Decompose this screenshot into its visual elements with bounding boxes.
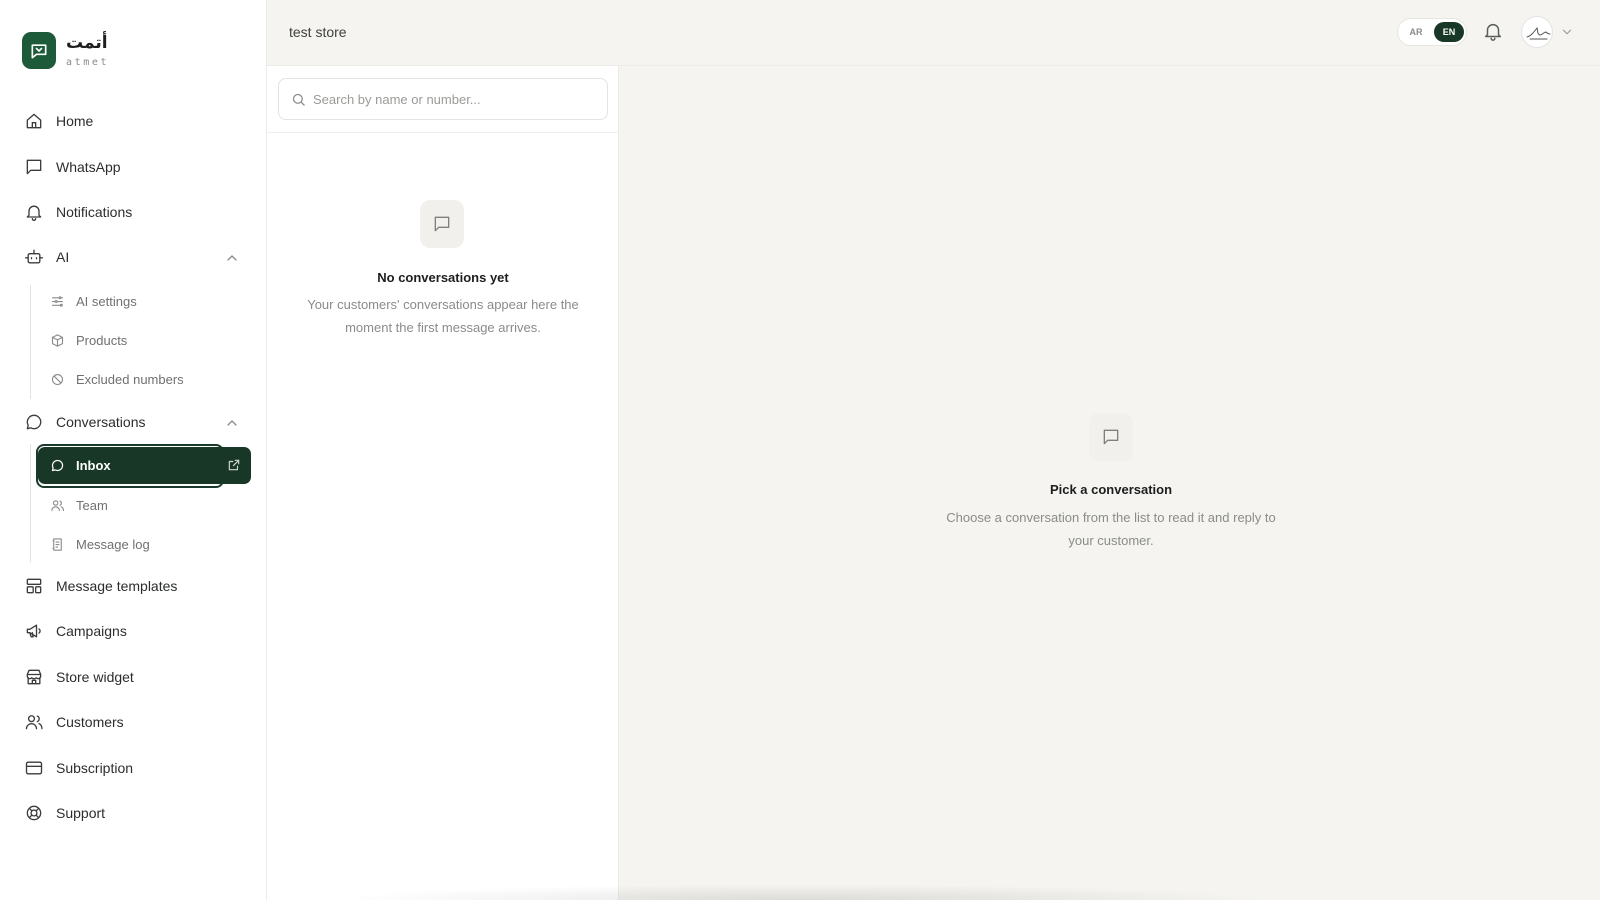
block-icon	[51, 373, 64, 385]
brand-name-arabic: أتمت	[66, 33, 108, 52]
template-icon	[26, 578, 42, 594]
top-bar: test store AR EN	[267, 0, 1600, 66]
sidebar-subitem-message-log[interactable]: Message log	[50, 532, 150, 556]
users-icon	[25, 715, 43, 730]
sidebar-subitem-label: Products	[76, 332, 128, 348]
sidebar-subitem-label: Team	[76, 497, 108, 513]
sidebar-subitem-products[interactable]: Products	[50, 328, 127, 352]
sidebar-item-support[interactable]: Support	[24, 800, 105, 826]
chevron-up-icon[interactable]	[224, 415, 240, 431]
external-link-icon[interactable]	[227, 458, 241, 472]
sidebar-subitem-inbox[interactable]: Inbox	[38, 447, 251, 484]
detail-empty-title: Pick a conversation	[1049, 482, 1173, 497]
megaphone-icon	[26, 624, 41, 638]
chevron-down-icon[interactable]	[1560, 25, 1574, 39]
bell-icon[interactable]	[1482, 20, 1504, 42]
chevron-up-icon[interactable]	[224, 250, 240, 266]
divider	[267, 132, 619, 133]
avatar-signature-icon	[1526, 26, 1551, 40]
sidebar-item-label: Notifications	[56, 204, 133, 220]
conversation-list-pane: No conversations yet Your customers' con…	[267, 66, 619, 900]
bell-icon	[26, 205, 42, 221]
sidebar-item-store-widget[interactable]: Store widget	[24, 664, 134, 690]
avatar[interactable]	[1521, 16, 1553, 48]
sidebar-item-label: Campaigns	[56, 623, 127, 639]
sidebar-item-home[interactable]: Home	[24, 108, 93, 134]
sidebar-item-label: Conversations	[56, 414, 146, 430]
chat-bubble-icon	[51, 459, 64, 472]
detail-empty-description-line: Choose a conversation from the list to r…	[946, 510, 1276, 525]
logo-chat-icon	[22, 32, 56, 69]
bottom-shadow	[330, 884, 1270, 900]
brand[interactable]: أتمت atmet	[22, 32, 109, 69]
empty-state-description: Your customers' conversations appear her…	[267, 293, 619, 339]
sidebar-item-subscription[interactable]: Subscription	[24, 755, 133, 781]
sidebar-subitem-ai-settings[interactable]: AI settings	[50, 289, 137, 313]
search-input[interactable]	[313, 79, 603, 119]
sidebar-item-campaigns[interactable]: Campaigns	[24, 618, 127, 644]
sidebar-item-label: Message templates	[56, 578, 178, 594]
empty-state-description-line: moment the first message arrives.	[345, 320, 541, 335]
sidebar-item-label: Home	[56, 113, 94, 129]
sidebar-subitem-label: Message log	[76, 536, 150, 552]
chat-square-icon	[26, 159, 42, 175]
chat-bubble-icon	[26, 414, 42, 430]
sidebar-item-label: WhatsApp	[56, 159, 121, 175]
sidebar-item-whatsapp[interactable]: WhatsApp	[24, 154, 121, 180]
language-toggle[interactable]: AR EN	[1397, 18, 1467, 46]
sidebar-item-label: AI	[56, 249, 70, 265]
sidebar-subitem-label: AI settings	[76, 293, 137, 309]
sidebar-item-label: Subscription	[56, 760, 134, 776]
sidebar-item-label: Customers	[56, 714, 124, 730]
store-name[interactable]: test store	[289, 24, 347, 40]
sliders-icon	[51, 295, 64, 307]
empty-state-icon-box	[1089, 413, 1133, 461]
lifebuoy-icon	[26, 805, 42, 821]
ai-submenu-guide	[30, 285, 31, 399]
robot-icon	[25, 249, 43, 264]
search-icon	[292, 93, 305, 106]
detail-empty-description-line: your customer.	[1068, 533, 1154, 548]
lang-en-option[interactable]: EN	[1434, 22, 1464, 42]
sidebar-subitem-label: Excluded numbers	[76, 371, 184, 387]
sidebar-item-conversations[interactable]: Conversations	[24, 409, 146, 435]
empty-state-title: No conversations yet	[377, 270, 509, 285]
sidebar-item-label: Store widget	[56, 669, 134, 685]
users-icon	[51, 499, 64, 511]
chat-square-icon	[1103, 429, 1119, 445]
credit-card-icon	[25, 761, 43, 775]
sidebar-item-message-templates[interactable]: Message templates	[24, 573, 177, 599]
conversations-submenu-guide	[30, 444, 31, 562]
home-icon	[26, 113, 42, 129]
sidebar-item-label: Support	[56, 805, 106, 821]
lang-ar-option[interactable]: AR	[1402, 22, 1430, 42]
sidebar-item-customers[interactable]: Customers	[24, 709, 124, 735]
sidebar-item-notifications[interactable]: Notifications	[24, 199, 132, 225]
sidebar-subitem-excluded-numbers[interactable]: Excluded numbers	[50, 367, 184, 391]
sidebar-subitem-label: Inbox	[76, 458, 111, 473]
sidebar-item-ai[interactable]: AI	[24, 244, 69, 270]
sidebar: أتمت atmet Home WhatsApp Notifications A…	[0, 0, 267, 900]
store-icon	[26, 669, 42, 685]
detail-empty-description: Choose a conversation from the list to r…	[620, 506, 1600, 552]
empty-state-description-line: Your customers' conversations appear her…	[307, 297, 579, 312]
empty-state-icon-box	[420, 200, 464, 248]
log-icon	[52, 537, 62, 551]
brand-name-latin: atmet	[66, 57, 110, 68]
chat-square-icon	[434, 216, 450, 232]
box-icon	[51, 333, 64, 347]
search-box[interactable]	[278, 78, 608, 120]
sidebar-subitem-team[interactable]: Team	[50, 493, 108, 517]
